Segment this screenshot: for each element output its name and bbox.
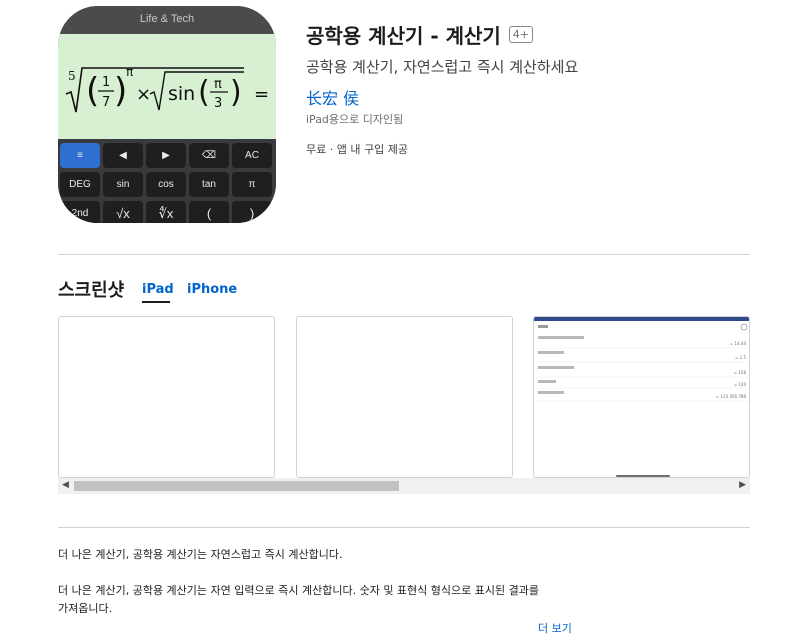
price-info: 무료 · 앱 내 구입 제공 (306, 143, 408, 156)
icon-brand-label: Life & Tech (139, 13, 195, 25)
app-title-row: 공학용 계산기 - 계산기 4+ (306, 20, 534, 49)
svg-text:=: = (254, 84, 269, 105)
svg-text:3: 3 (214, 96, 222, 111)
developer-link[interactable]: 长宏 侯 (306, 85, 359, 109)
screenshot-1[interactable] (58, 316, 275, 478)
preview-result-2: = 1.5 (735, 355, 746, 360)
active-tab-indicator (142, 301, 170, 303)
svg-text:(: ( (198, 75, 210, 110)
clear-key: AC (232, 143, 272, 168)
screenshot-preview: = 14.44 = 1.5 = 158 = 120 = 123 456 789 (534, 317, 749, 477)
designed-for-ipad: iPad용으로 디자인됨 (306, 113, 404, 126)
screenshot-2[interactable] (296, 316, 513, 478)
svg-text:(: ( (86, 71, 99, 111)
right-arrow-key: ▶ (146, 143, 186, 168)
tab-ipad[interactable]: iPad (142, 282, 174, 297)
svg-text:7: 7 (102, 95, 110, 110)
svg-text:×: × (136, 84, 151, 105)
preview-result-4: = 120 (734, 382, 747, 387)
divider (58, 527, 750, 528)
svg-text:1: 1 (102, 75, 110, 90)
svg-text:π: π (214, 77, 222, 92)
description-line-1: 더 나은 계산기, 공학용 계산기는 자연스럽고 즉시 계산합니다. (58, 548, 343, 561)
svg-text:): ) (230, 75, 242, 110)
left-arrow-key: ◀ (103, 143, 143, 168)
open-paren-key: ( (189, 201, 229, 223)
preview-result-3: = 158 (734, 370, 747, 375)
formula-graphic: 5 ( 1 7 ) π × sin ( π 3 ) = (65, 65, 269, 113)
app-title: 공학용 계산기 - 계산기 (306, 24, 501, 48)
icon-keypad: ≡ ◀ ▶ ⌫ AC DEG sin cos tan π 2nd √x ∜x (… (58, 139, 276, 223)
age-rating-badge: 4+ (508, 26, 534, 43)
scroll-right-icon[interactable]: ▶ (739, 480, 746, 490)
pi-key: π (232, 172, 272, 197)
svg-text:sin: sin (168, 83, 195, 105)
app-subtitle: 공학용 계산기, 자연스럽고 즉시 계산하세요 (306, 58, 579, 76)
second-key: 2nd (60, 201, 100, 223)
tan-key: tan (189, 172, 229, 197)
backspace-key: ⌫ (189, 143, 229, 168)
list-key: ≡ (60, 143, 100, 168)
sqrt-key: √x (103, 201, 143, 223)
app-store-page: Life & Tech 5 ( 1 7 ) π × sin ( π 3 ) = (0, 0, 790, 640)
preview-result-5: = 123 456 789 (716, 394, 747, 399)
svg-text:π: π (126, 65, 133, 79)
close-paren-key: ) (232, 201, 272, 223)
screenshots-heading: 스크린샷 (58, 280, 125, 301)
icon-display: 5 ( 1 7 ) π × sin ( π 3 ) = (58, 34, 276, 139)
tab-iphone[interactable]: iPhone (187, 282, 237, 297)
svg-text:5: 5 (68, 69, 76, 83)
app-icon: Life & Tech 5 ( 1 7 ) π × sin ( π 3 ) = (58, 6, 276, 223)
divider (58, 254, 750, 255)
description-line-2: 더 나은 계산기, 공학용 계산기는 자연 입력으로 즉시 계산합니다. 숫자 … (58, 584, 539, 615)
deg-key: DEG (60, 172, 100, 197)
sin-key: sin (103, 172, 143, 197)
screenshots-scrollbar[interactable]: ◀ ▶ (58, 478, 750, 494)
scroll-thumb[interactable] (74, 481, 399, 491)
screenshot-3[interactable]: = 14.44 = 1.5 = 158 = 120 = 123 456 789 (533, 316, 750, 478)
more-link[interactable]: 더 보기 (538, 620, 572, 636)
nth-root-key: ∜x (146, 201, 186, 223)
preview-result-1: = 14.44 (730, 341, 747, 346)
scroll-left-icon[interactable]: ◀ (62, 480, 69, 490)
cos-key: cos (146, 172, 186, 197)
